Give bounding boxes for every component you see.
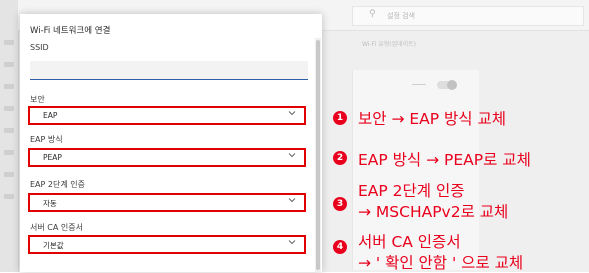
scrollbar-thumb[interactable] — [316, 40, 320, 270]
phase2-select[interactable]: 자동 — [28, 193, 306, 212]
annotation-number-2: 2 — [333, 151, 347, 165]
chevron-down-icon — [288, 238, 296, 248]
nav-rail-item — [4, 84, 14, 89]
dialog-title: Wi-Fi 네트워크에 연결 — [30, 26, 111, 36]
wifi-connect-dialog — [20, 14, 322, 272]
nav-rail-item — [4, 62, 14, 67]
dialog-scrollbar[interactable] — [315, 38, 321, 272]
toggle-knob — [447, 80, 457, 90]
chevron-down-icon — [288, 151, 296, 161]
annotation-number-3: 3 — [333, 197, 347, 211]
annotation-2: EAP 방식 → PEAP로 교체 — [358, 151, 531, 169]
ssid-input[interactable] — [30, 61, 308, 80]
nav-rail-item — [4, 172, 14, 177]
annotation-3-line1: EAP 2단계 인증 — [358, 182, 465, 200]
security-label: 보안 — [30, 95, 45, 104]
ca-cert-label: 서버 CA 인증서 — [30, 223, 83, 232]
eap-method-select[interactable]: PEAP — [28, 148, 306, 167]
nav-rail-item — [4, 40, 14, 45]
eap-method-label: EAP 방식 — [30, 135, 63, 144]
ca-cert-select[interactable]: 기본값 — [28, 235, 306, 254]
security-select[interactable]: EAP — [28, 106, 306, 125]
settings-subtitle: Wi-Fi 유형(업데이트) — [362, 41, 417, 48]
settings-search-box[interactable]: ⚲ 설정 검색 — [352, 6, 584, 26]
wifi-toggle[interactable] — [437, 80, 457, 90]
search-icon: ⚲ — [369, 9, 376, 19]
nav-rail-item — [4, 150, 14, 155]
nav-rail-item — [4, 128, 14, 133]
annotation-number-4: 4 — [333, 240, 347, 254]
ca-cert-value: 기본값 — [43, 241, 64, 250]
ssid-label: SSID — [30, 43, 49, 52]
annotation-number-1: 1 — [333, 111, 347, 125]
divider — [412, 84, 426, 85]
eap-method-value: PEAP — [43, 153, 62, 162]
annotation-4-line2: → ' 확인 안함 ' 으로 교체 — [358, 254, 524, 272]
nav-rail-item — [4, 194, 14, 199]
chevron-down-icon — [288, 196, 296, 206]
phase2-value: 자동 — [43, 199, 57, 208]
nav-rail-item — [4, 106, 14, 111]
annotation-4-line1: 서버 CA 인증서 — [358, 233, 461, 251]
settings-nav-rail — [0, 0, 19, 272]
annotation-1: 보안 → EAP 방식 교체 — [358, 110, 506, 128]
security-value: EAP — [43, 111, 58, 120]
search-placeholder: 설정 검색 — [387, 12, 415, 20]
chevron-down-icon — [288, 109, 296, 119]
annotation-3-line2: → MSCHAPv2로 교체 — [358, 203, 509, 221]
phase2-label: EAP 2단계 인증 — [30, 180, 85, 189]
